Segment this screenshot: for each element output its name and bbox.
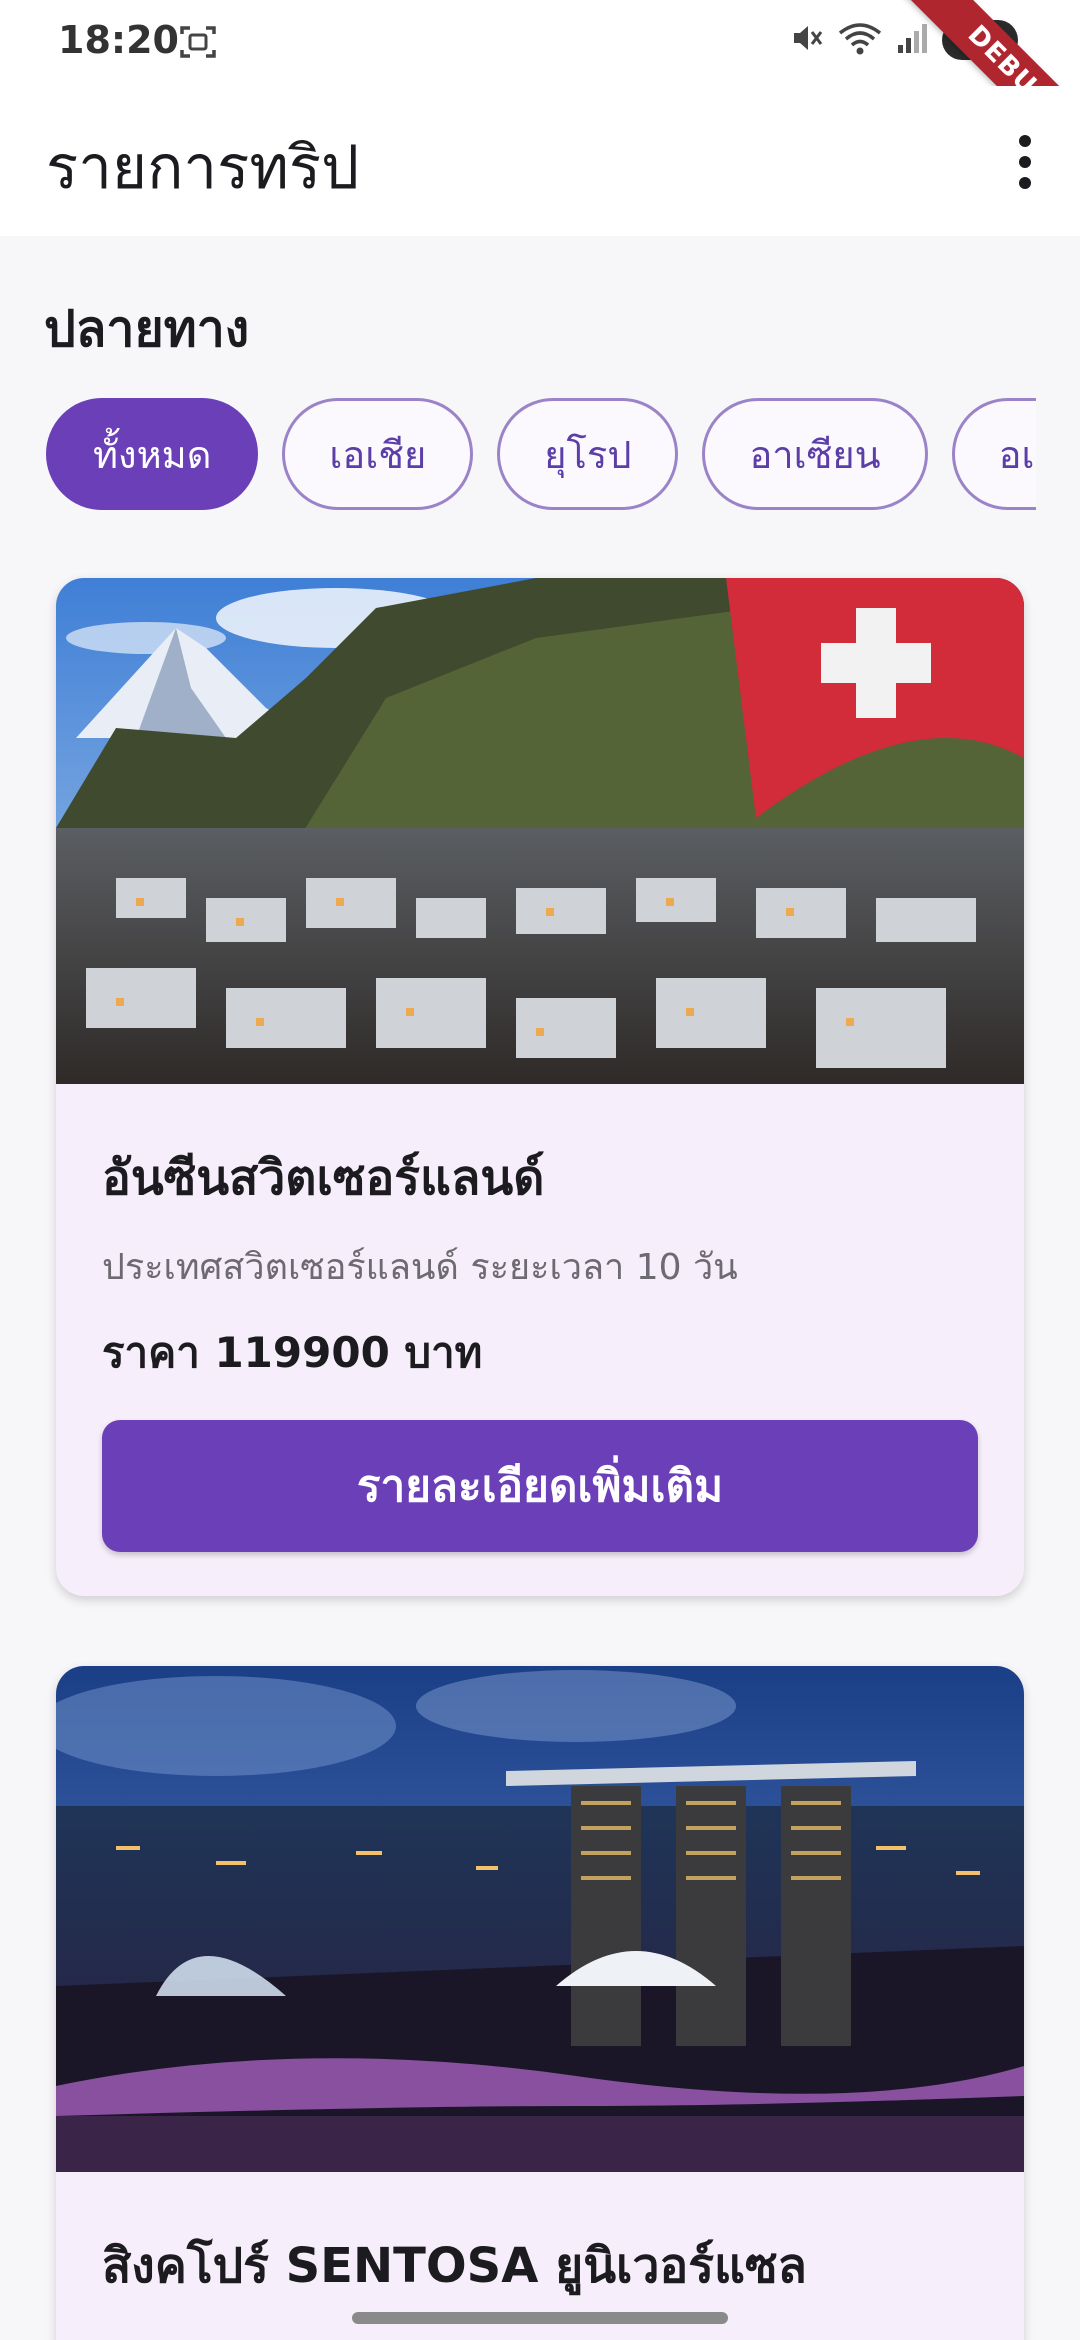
more-vert-icon	[1019, 135, 1031, 147]
status-bar: 18:20	[0, 0, 1080, 86]
trip-card[interactable]: สิงคโปร์ SENTOSA ยูนิเวอร์แซล	[56, 1666, 1024, 2340]
trip-image	[56, 1666, 1024, 2172]
page-title: รายการทริป	[46, 133, 360, 203]
chip-america[interactable]: อเม	[951, 398, 1036, 510]
screenshot-icon	[178, 22, 218, 66]
chip-asia[interactable]: เอเชีย	[282, 398, 474, 510]
more-details-button[interactable]: รายละเอียดเพิ่มเติม	[102, 1420, 978, 1552]
chip-all[interactable]: ทั้งหมด	[46, 398, 259, 510]
trip-title: อันซีนสวิตเซอร์แลนด์	[102, 1150, 545, 1206]
more-options-button[interactable]	[990, 122, 1060, 202]
wifi-icon	[838, 21, 882, 59]
section-title: ปลายทาง	[44, 300, 250, 358]
chip-europe[interactable]: ยุโรป	[497, 398, 679, 510]
trip-card[interactable]: อันซีนสวิตเซอร์แลนด์ ประเทศสวิตเซอร์แลนด…	[56, 578, 1024, 1596]
trip-subtitle: ประเทศสวิตเซอร์แลนด์ ระยะเวลา 10 วัน	[102, 1247, 738, 1288]
trip-price: ราคา 119900 บาท	[102, 1328, 483, 1377]
app-bar: รายการทริป	[0, 86, 1080, 236]
trip-title: สิงคโปร์ SENTOSA ยูนิเวอร์แซล	[102, 2238, 807, 2294]
home-indicator[interactable]	[352, 2312, 728, 2324]
signal-icon	[896, 21, 928, 59]
filter-chips: ทั้งหมด เอเชีย ยุโรป อาเซียน อเม	[46, 398, 1036, 512]
trip-image	[56, 578, 1024, 1084]
chip-asean[interactable]: อาเซียน	[702, 398, 928, 510]
mute-icon	[790, 21, 824, 59]
status-time: 18:20	[58, 18, 179, 62]
